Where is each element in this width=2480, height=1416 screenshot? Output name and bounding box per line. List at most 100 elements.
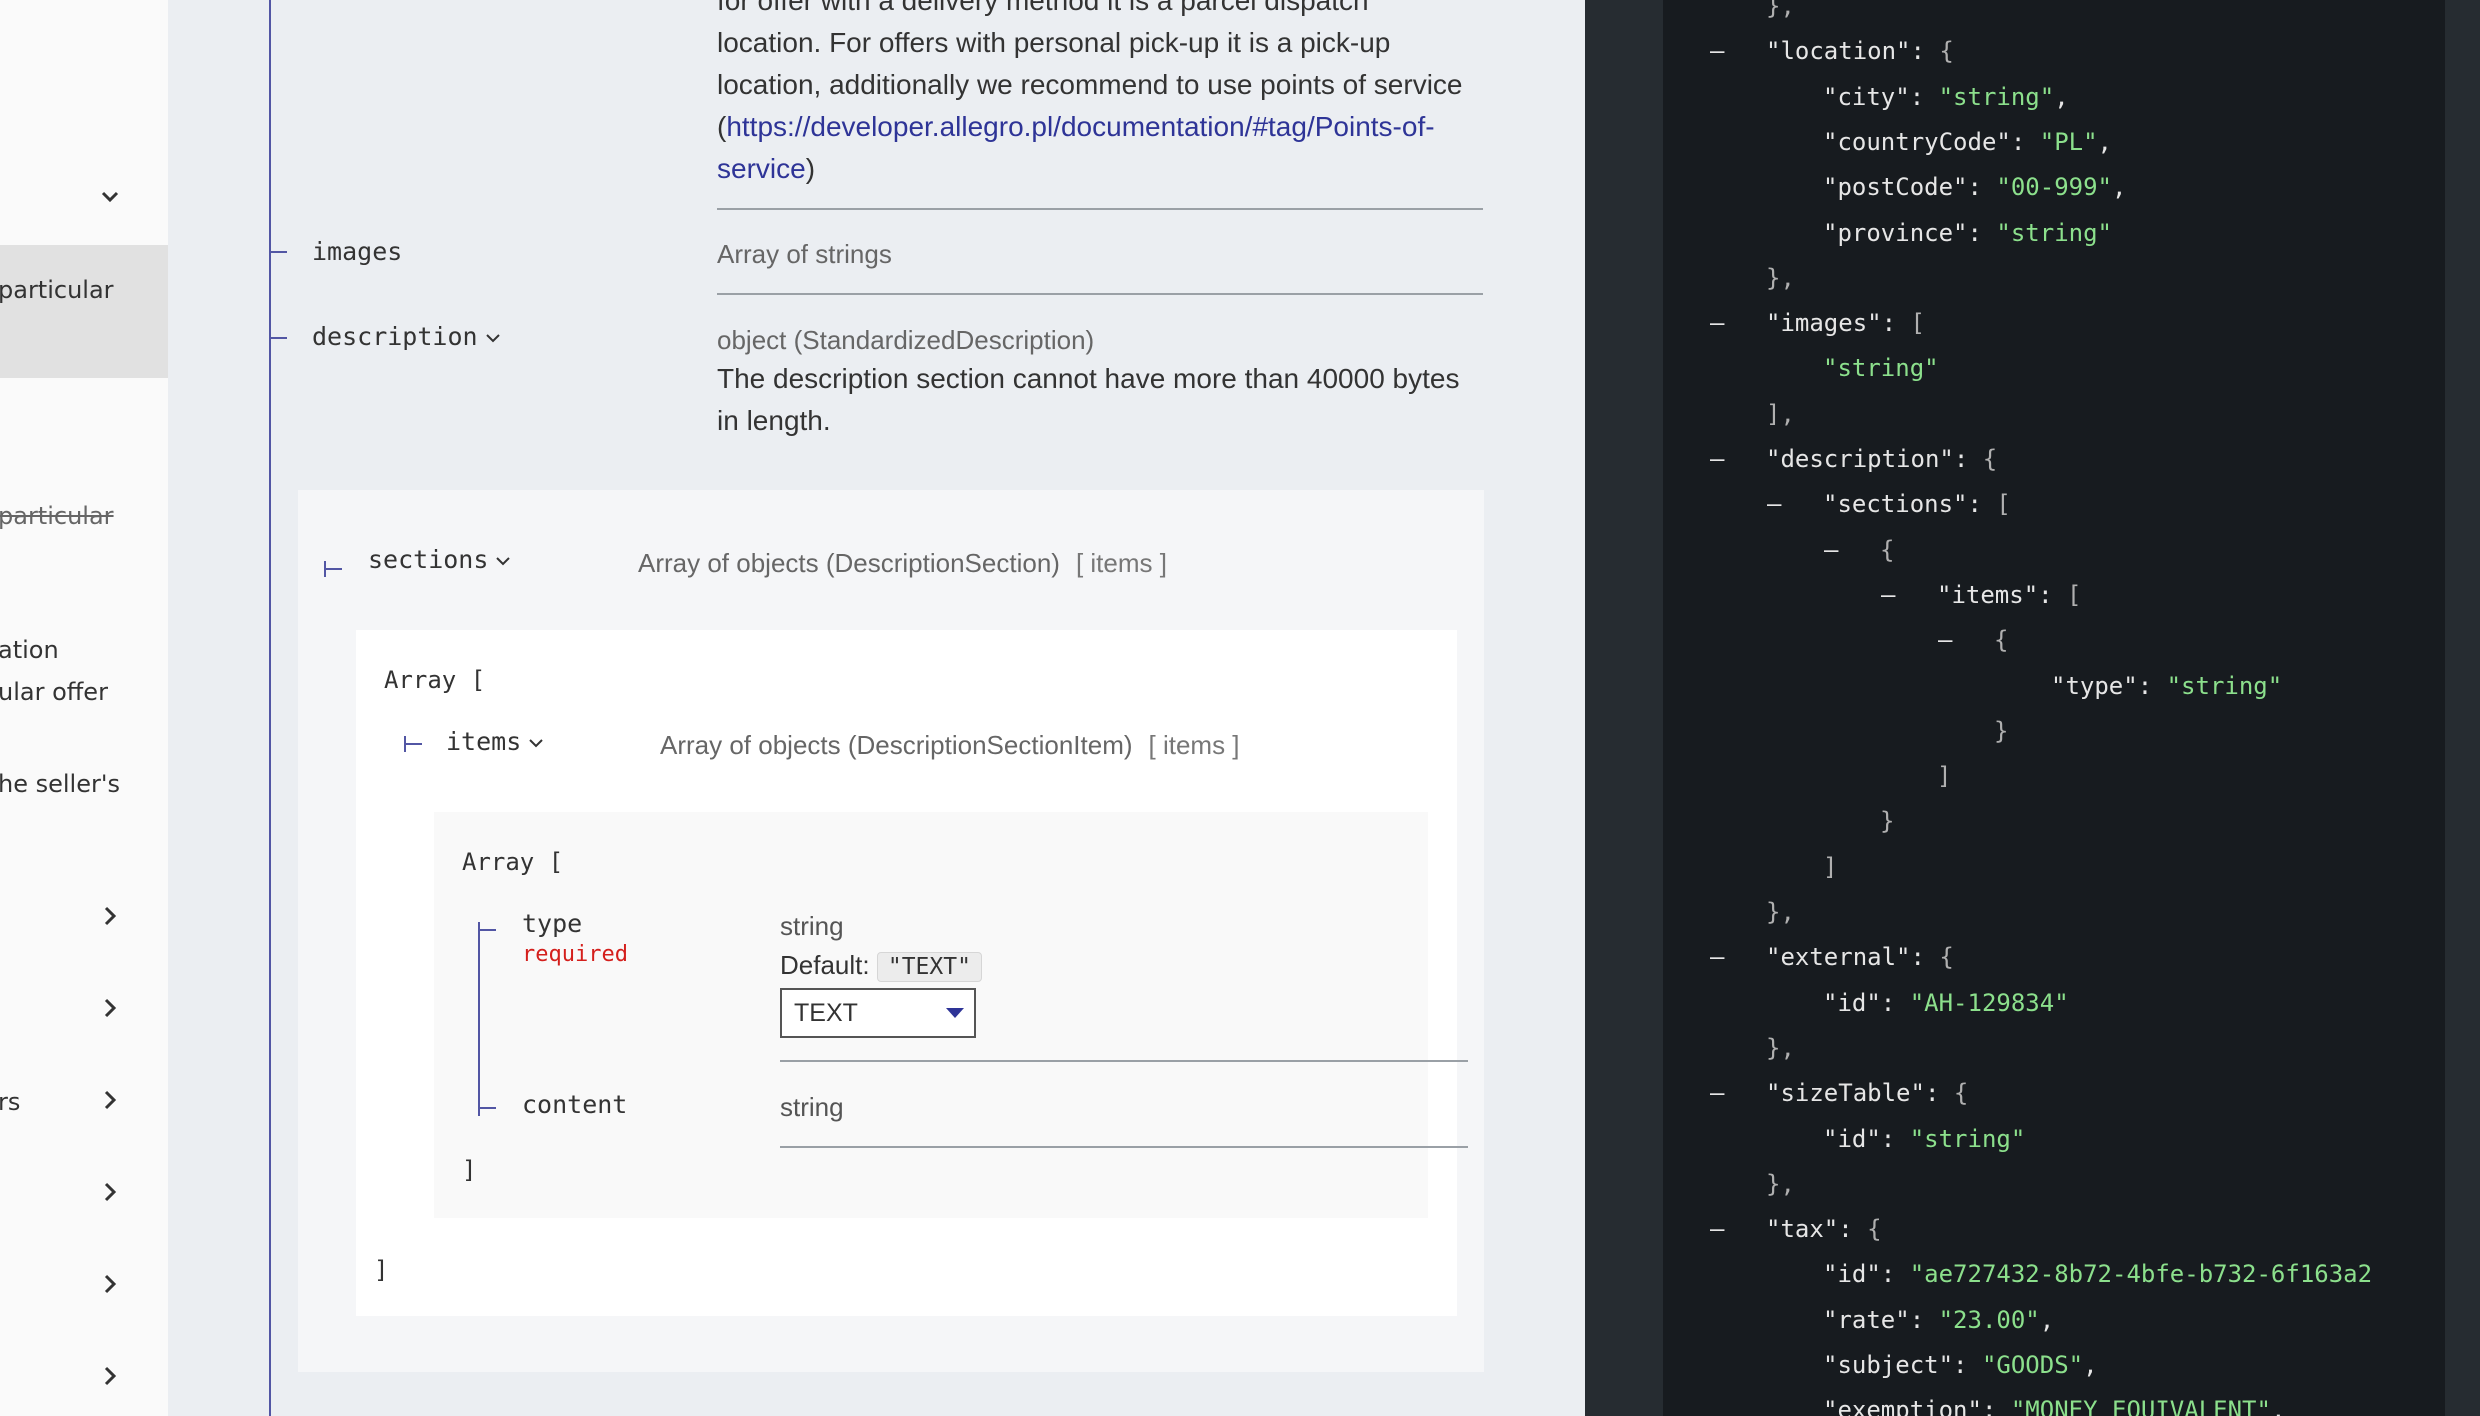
chevron-right-icon[interactable] (96, 1362, 124, 1390)
code-key: "exemption" (1823, 1396, 1982, 1416)
collapse-toggle[interactable]: – (1710, 37, 1724, 65)
code-key: "postCode" (1823, 173, 1968, 202)
code-line: "images": [ (1766, 309, 1925, 337)
code-key: "subject" (1823, 1351, 1954, 1379)
tree-branch (269, 330, 287, 346)
property-toggle-sections[interactable]: sections (368, 545, 512, 574)
sidebar-item-label[interactable]: particular (0, 276, 114, 304)
code-string: "string" (1823, 354, 1939, 383)
collapse-toggle[interactable]: – (1710, 309, 1724, 337)
property-name: description (312, 322, 478, 351)
sidebar-item-label[interactable]: ular offer (0, 678, 108, 706)
code-line: "id": "ae727432-8b72-4bfe-b732-6f163a2 (1823, 1260, 2372, 1288)
code-line: }, (1766, 1034, 1795, 1062)
property-toggle-items[interactable]: items (446, 727, 545, 756)
collapse-toggle[interactable]: – (1767, 490, 1781, 518)
chevron-right-icon[interactable] (96, 994, 124, 1022)
items-array-panel: Array [ type required string Default: "T… (434, 812, 1468, 1218)
chevron-down-icon[interactable] (96, 183, 124, 211)
code-key: "rate" (1823, 1305, 1910, 1334)
panel-edge (2445, 0, 2480, 1416)
tree-branch (478, 922, 496, 938)
array-open: Array [ (462, 848, 564, 876)
default-label: Default: (780, 950, 870, 980)
array-close: ] (462, 1156, 477, 1184)
code-key: "location" (1766, 37, 1911, 66)
type-select[interactable]: TEXT (780, 988, 976, 1038)
code-punct: [ (1896, 309, 1925, 338)
code-line: } (1994, 717, 2008, 745)
default-chip: "TEXT" (876, 952, 982, 982)
code-key: "images" (1766, 309, 1882, 338)
code-comma: , (2039, 1305, 2055, 1334)
code-line: "sizeTable": { (1766, 1079, 1968, 1107)
code-key: "province" (1823, 218, 1968, 247)
code-line: "type": "string" (2051, 672, 2282, 700)
chevron-right-icon[interactable] (96, 1270, 124, 1298)
property-name: items (446, 727, 522, 756)
items-badge: [ items ] (1075, 548, 1167, 578)
chevron-right-icon[interactable] (96, 902, 124, 930)
collapse-toggle[interactable]: – (1881, 581, 1895, 609)
code-line: { (1880, 536, 1894, 564)
desc-line: location, additionally we recommend to u… (717, 69, 1463, 100)
code-line: "id": "string" (1823, 1125, 2025, 1153)
desc-line: (https://developer.allegro.pl/documentat… (717, 106, 1497, 148)
select-value: TEXT (794, 999, 858, 1027)
desc-line: in length. (717, 405, 831, 436)
property-name: sections (368, 545, 489, 574)
sidebar-item-label[interactable]: he seller's (0, 770, 120, 798)
code-colon: : (1838, 1215, 1853, 1244)
tree-line (269, 0, 271, 1416)
collapse-toggle[interactable]: – (1824, 536, 1838, 564)
code-line: "id": "AH-129834" (1823, 989, 2069, 1017)
code-colon: : (1924, 1079, 1940, 1108)
code-key: "sizeTable" (1766, 1079, 1925, 1108)
code-punct: }, (1766, 1033, 1795, 1062)
response-sample-code: }, – "location": { "city": "string", "countr… (1663, 0, 2445, 1416)
collapse-toggle[interactable]: – (1710, 943, 1724, 971)
code-punct: { (1924, 943, 1954, 972)
collapse-toggle[interactable]: – (1710, 1079, 1724, 1107)
property-type: string (780, 911, 844, 941)
code-punct: ] (1937, 762, 1952, 791)
sidebar-item-active[interactable] (0, 245, 168, 378)
property-type: string (780, 1092, 844, 1122)
points-of-service-link-cont[interactable]: service (717, 153, 806, 184)
description-text: The description section cannot have more… (717, 358, 1497, 442)
collapse-toggle[interactable]: – (1938, 626, 1952, 654)
points-of-service-link[interactable]: https://developer.allegro.pl/documentati… (726, 111, 1434, 142)
code-line: "rate": "23.00", (1823, 1306, 2054, 1334)
sidebar-item-deprecated[interactable]: particular (0, 502, 114, 530)
code-line: }, (1766, 264, 1795, 292)
code-key: "items" (1937, 580, 2039, 609)
sidebar-item-label[interactable]: ation (0, 636, 59, 664)
code-colon: : (1880, 988, 1910, 1017)
chevron-right-icon[interactable] (96, 1178, 124, 1206)
code-line: "city": "string", (1823, 83, 2069, 111)
code-punct: }, (1766, 898, 1795, 926)
code-punct: { (1880, 535, 1895, 564)
code-punct: } (1880, 807, 1895, 836)
chevron-right-icon[interactable] (96, 1086, 124, 1114)
code-colon: : (1953, 1351, 1982, 1379)
code-punct: { (1968, 445, 1998, 473)
code-colon: : (1967, 173, 1997, 202)
code-line: "countryCode": "PL", (1823, 128, 2112, 156)
code-colon: : (1967, 490, 1982, 519)
code-key: "type" (2051, 671, 2138, 700)
code-key: "description" (1766, 445, 1954, 473)
location-description: for offer with a delivery method it is a… (717, 0, 1497, 190)
code-colon: : (1909, 1305, 1939, 1334)
code-key: "external" (1766, 943, 1911, 972)
array-close: ] (374, 1256, 389, 1284)
property-toggle-description[interactable]: description (312, 322, 502, 351)
code-string: "string" (1996, 218, 2112, 247)
code-punct: }, (1766, 1169, 1795, 1198)
code-string: "string" (2166, 671, 2283, 700)
collapse-toggle[interactable]: – (1710, 445, 1724, 473)
sidebar-item-label[interactable]: rs (0, 1088, 20, 1116)
code-line: ] (1823, 853, 1837, 881)
code-string: "00-999" (1996, 173, 2112, 202)
collapse-toggle[interactable]: – (1710, 1215, 1724, 1243)
